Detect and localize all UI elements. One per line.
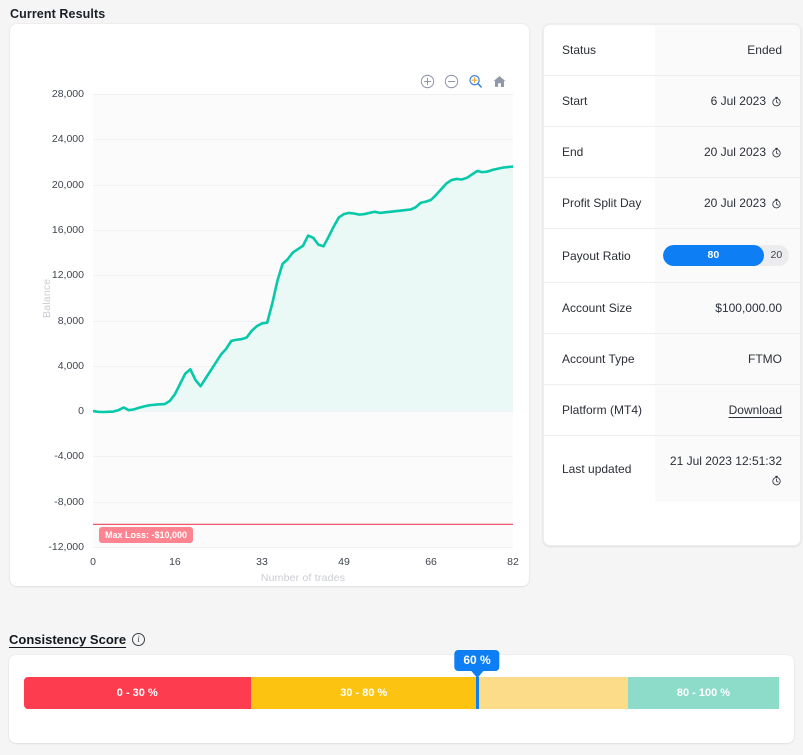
account-details-table: Status Ended Start 6 Jul 2023 End 20 Jul 2023…: [543, 24, 801, 546]
y-axis-tick-label: 24,000: [51, 133, 84, 146]
selection-zoom-icon[interactable]: [468, 74, 483, 89]
table-row: Status Ended: [544, 25, 800, 76]
detail-label: Account Size: [544, 283, 655, 333]
detail-value: FTMO: [655, 334, 800, 384]
score-segment: 0 - 30 %: [24, 677, 251, 709]
y-axis-tick-label: 4,000: [57, 359, 84, 372]
table-row: Platform (MT4) Download: [544, 385, 800, 436]
balance-series: [93, 165, 513, 525]
y-axis-tick-label: 0: [78, 405, 84, 418]
y-axis-tick-label: -8,000: [54, 495, 84, 508]
page-title: Current Results: [10, 7, 106, 21]
x-axis-tick-label: 49: [338, 556, 350, 568]
score-segment: 30 - 80 %: [250, 677, 477, 709]
payout-ratio-fill: 80: [663, 245, 764, 266]
score-marker-label: 60 %: [454, 650, 500, 671]
detail-value: $100,000.00: [655, 283, 800, 333]
detail-value: 20 Jul 2023: [655, 127, 800, 177]
detail-label: Last updated: [544, 436, 655, 502]
gridline: [93, 547, 513, 548]
score-segment: [477, 677, 628, 709]
detail-value-text: 21 Jul 2023 12:51:32: [669, 454, 782, 468]
chart-toolbar: [420, 74, 507, 89]
detail-value-text: $100,000.00: [715, 301, 782, 315]
detail-label: Profit Split Day: [544, 178, 655, 228]
detail-value: 20 Jul 2023: [655, 178, 800, 228]
detail-value: 80 20: [655, 229, 800, 282]
max-loss-badge: Max Loss: -$10,000: [99, 527, 194, 543]
detail-label: Start: [544, 76, 655, 126]
chart-plot-area[interactable]: 28,000 24,000 20,000 16,000 12,000 8,000 4,000…: [48, 88, 518, 568]
x-axis-tick-label: 33: [256, 556, 268, 568]
table-row: Start 6 Jul 2023: [544, 76, 800, 127]
detail-value: 6 Jul 2023: [655, 76, 800, 126]
detail-value-text: Ended: [747, 43, 782, 57]
y-axis-tick-label: 8,000: [57, 314, 84, 327]
x-axis-tick-label: 0: [90, 556, 96, 568]
detail-value: 21 Jul 2023 12:51:32: [655, 436, 800, 502]
table-row: Account Size $100,000.00: [544, 283, 800, 334]
detail-value-text: 20 Jul 2023: [703, 196, 766, 210]
x-axis-title: Number of trades: [260, 572, 346, 584]
detail-value-text: FTMO: [748, 352, 782, 366]
detail-value[interactable]: Download: [655, 385, 800, 435]
zoom-out-icon[interactable]: [444, 74, 459, 89]
consistency-score-bar[interactable]: 0 - 30 % 30 - 80 % 80 - 100 % 60 %: [24, 650, 779, 709]
y-axis-tick-label: 20,000: [51, 178, 84, 191]
detail-value-text: 20 Jul 2023: [703, 145, 766, 159]
detail-value: Ended: [655, 25, 800, 75]
info-icon[interactable]: i: [132, 633, 146, 646]
y-axis-tick-label: -12,000: [48, 541, 84, 553]
table-row: Last updated 21 Jul 2023 12:51:32: [544, 436, 800, 502]
home-icon[interactable]: [492, 74, 507, 89]
detail-label: Payout Ratio: [544, 229, 655, 282]
clock-icon: [772, 475, 781, 486]
y-axis-tick-label: -4,000: [54, 450, 84, 463]
consistency-score-label: Consistency Score: [9, 632, 127, 647]
detail-label: End: [544, 127, 655, 177]
score-marker[interactable]: 60 %: [454, 650, 500, 709]
zoom-in-icon[interactable]: [420, 74, 435, 89]
x-axis-tick-label: 66: [425, 556, 437, 568]
detail-label: Account Type: [544, 334, 655, 384]
table-row: Account Type FTMO: [544, 334, 800, 385]
clock-icon: [772, 198, 781, 208]
table-row: Payout Ratio 80 20: [544, 229, 800, 283]
download-link[interactable]: Download: [729, 401, 782, 419]
detail-label: Platform (MT4): [544, 385, 655, 435]
clock-icon: [772, 96, 781, 106]
y-axis-tick-label: 28,000: [51, 88, 84, 100]
detail-value-text: 6 Jul 2023: [710, 94, 766, 108]
consistency-score-card: 0 - 30 % 30 - 80 % 80 - 100 % 60 %: [9, 650, 794, 743]
score-segment: 80 - 100 %: [628, 677, 779, 709]
x-axis-tick-label: 16: [169, 556, 181, 568]
payout-ratio-bar: 80 20: [663, 245, 789, 266]
payout-ratio-remainder: 20: [770, 248, 783, 261]
chart-card: Balance 28,000 24,000 20,000 16,000 12,000 8,…: [10, 24, 529, 586]
x-axis-tick-label: 82: [507, 556, 519, 568]
page-root: Current Results Balance 28,000 24,000 20…: [0, 0, 803, 755]
clock-icon: [772, 147, 781, 157]
y-axis-tick-label: 12,000: [51, 269, 84, 282]
table-row: End 20 Jul 2023: [544, 127, 800, 178]
y-axis-tick-label: 16,000: [51, 223, 84, 236]
consistency-score-heading: Consistency Score i: [9, 632, 146, 647]
detail-label: Status: [544, 25, 655, 75]
table-row: Profit Split Day 20 Jul 2023: [544, 178, 800, 229]
y-axis-title: Balance: [41, 278, 53, 318]
